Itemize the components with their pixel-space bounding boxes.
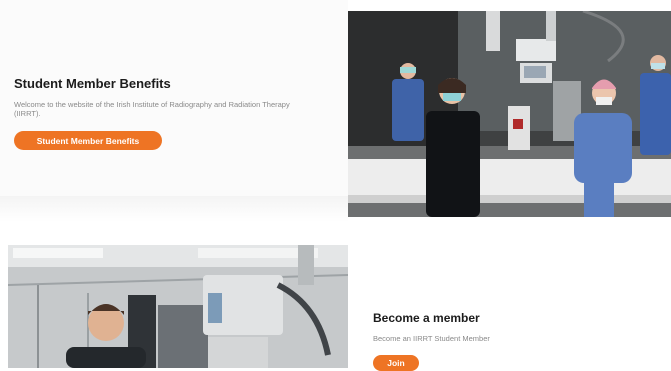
- become-member-title: Become a member: [373, 311, 480, 325]
- radiography-staff-photo: [348, 11, 671, 217]
- card-divider: [0, 196, 348, 222]
- student-benefits-description: Welcome to the website of the Irish Inst…: [14, 100, 290, 118]
- student-benefits-title: Student Member Benefits: [14, 76, 171, 91]
- join-button[interactable]: Join: [373, 355, 419, 371]
- student-member-benefits-button[interactable]: Student Member Benefits: [14, 131, 162, 150]
- become-member-description: Become an IIRRT Student Member: [373, 334, 490, 343]
- radiographer-equipment-photo: [8, 245, 348, 368]
